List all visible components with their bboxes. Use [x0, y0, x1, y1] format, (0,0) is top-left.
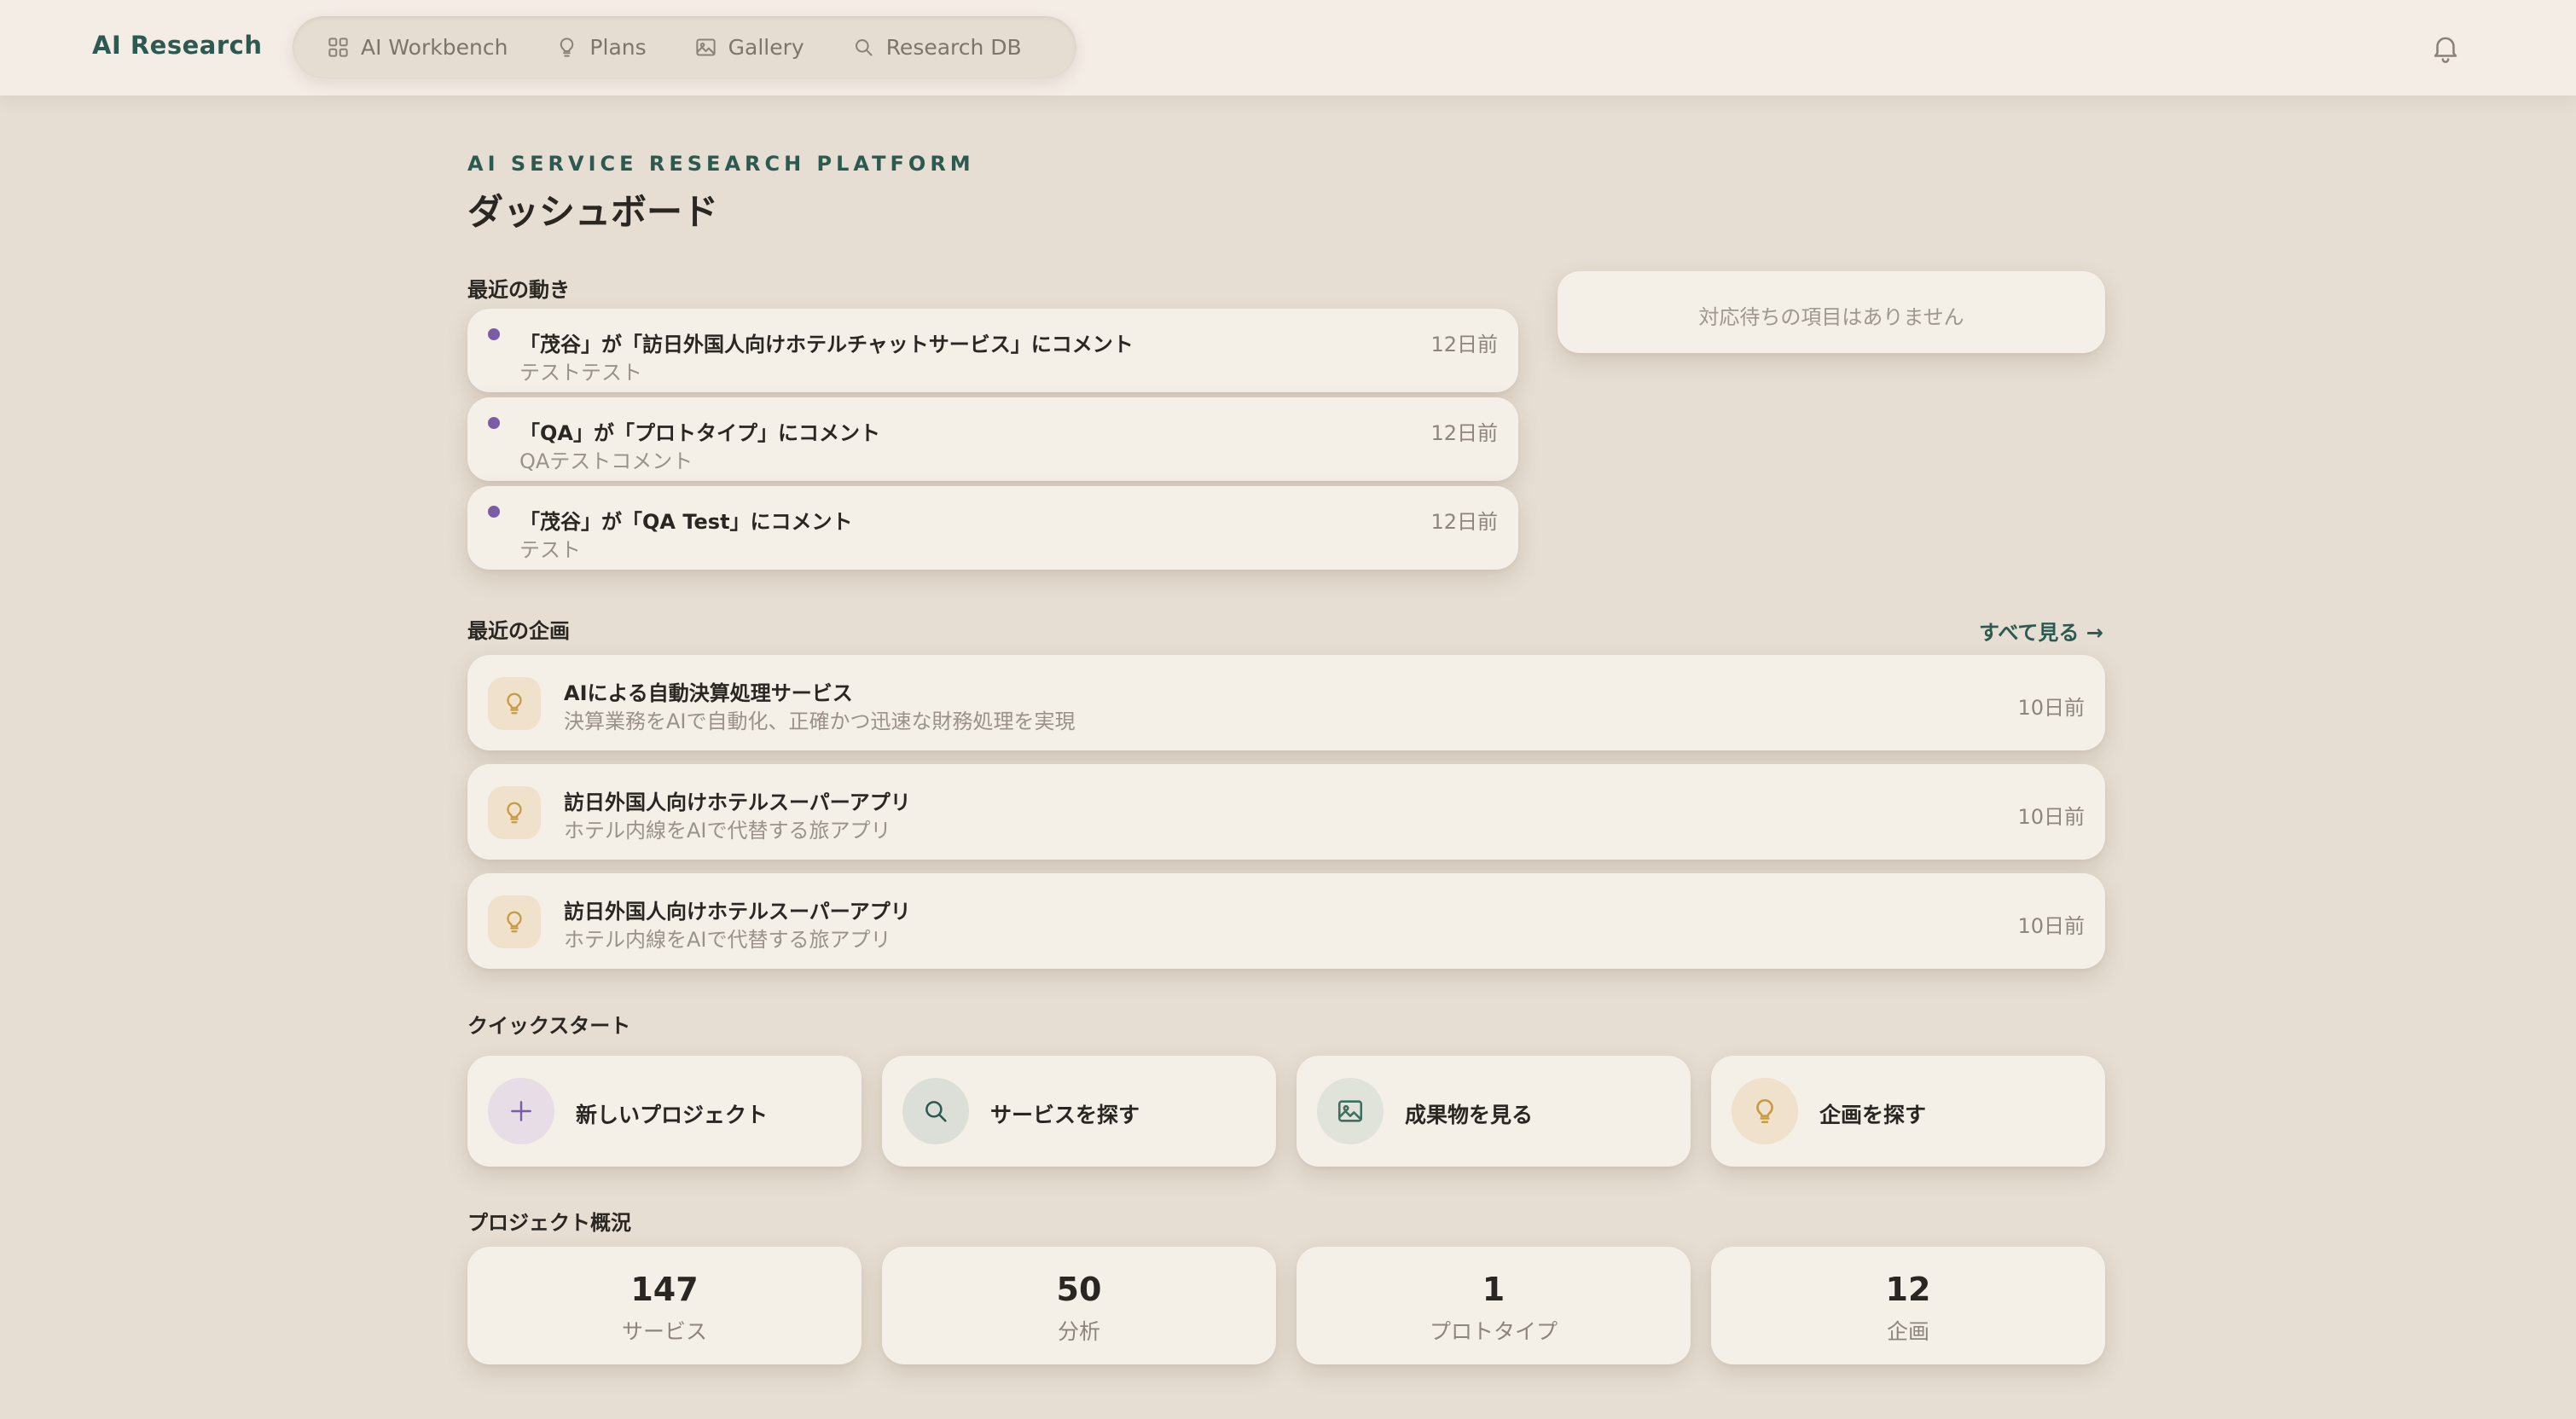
activity-time: 12日前	[1430, 510, 1498, 534]
plan-title: AIによる自動決算処理サービス	[564, 681, 853, 705]
plan-time: 10日前	[2017, 805, 2085, 829]
quickstart-label: 成果物を見る	[1405, 1103, 1534, 1127]
quickstart-find-plans-button[interactable]: 企画を探す	[1711, 1056, 2105, 1167]
lightbulb-icon	[507, 911, 522, 933]
nav-item-gallery[interactable]: Gallery	[694, 16, 804, 78]
plan-subtitle: 決算業務をAIで自動化、正確かつ迅速な財務処理を実現	[564, 710, 1076, 733]
quickstart-find-service-button[interactable]: サービスを探す	[882, 1056, 1276, 1167]
page-title: ダッシュボード	[467, 191, 719, 233]
brand-logo[interactable]: AI Research	[92, 31, 262, 60]
stat-value: 12	[1885, 1271, 1931, 1308]
activity-time: 12日前	[1430, 421, 1498, 445]
stat-value: 50	[1056, 1271, 1102, 1308]
plan-icon-box	[488, 677, 541, 730]
stat-card-plans[interactable]: 12 企画	[1711, 1247, 2105, 1364]
search-icon	[852, 36, 875, 59]
nav-item-label: AI Workbench	[361, 35, 508, 60]
activity-subtitle: テスト	[519, 538, 581, 562]
activity-title: 「QA」が「プロトタイプ」にコメント	[519, 421, 880, 445]
stat-label: 分析	[1057, 1319, 1100, 1344]
pending-empty-text: 対応待ちの項目はありません	[1698, 305, 1964, 329]
pending-panel: 対応待ちの項目はありません	[1558, 271, 2105, 353]
quickstart-label: サービスを探す	[990, 1103, 1140, 1127]
search-icon	[902, 1078, 969, 1144]
main-nav: AI Workbench Plans Gallery Research DB	[293, 16, 1076, 78]
stat-label: サービス	[621, 1319, 707, 1344]
stat-label: プロトタイプ	[1429, 1319, 1558, 1344]
quickstart-label: 新しいプロジェクト	[576, 1103, 769, 1127]
plan-time: 10日前	[2017, 914, 2085, 938]
overview-section-title: プロジェクト概況	[467, 1211, 631, 1235]
activity-subtitle: テストテスト	[519, 361, 642, 385]
top-bar: AI Research AI Workbench Plans Gallery R…	[0, 0, 2576, 96]
plan-item[interactable]: 訪日外国人向けホテルスーパーアプリ ホテル内線をAIで代替する旅アプリ 10日前	[467, 873, 2105, 969]
activity-item[interactable]: 「茂谷」が「QA Test」にコメント テスト 12日前	[467, 486, 1518, 570]
plan-icon-box	[488, 895, 541, 948]
lightbulb-icon	[555, 36, 578, 59]
plan-item[interactable]: AIによる自動決算処理サービス 決算業務をAIで自動化、正確かつ迅速な財務処理を…	[467, 655, 2105, 750]
nav-item-plans[interactable]: Plans	[555, 16, 647, 78]
stat-card-analyses[interactable]: 50 分析	[882, 1247, 1276, 1364]
quickstart-new-project-button[interactable]: 新しいプロジェクト	[467, 1056, 862, 1167]
plan-item[interactable]: 訪日外国人向けホテルスーパーアプリ ホテル内線をAIで代替する旅アプリ 10日前	[467, 764, 2105, 860]
activity-item[interactable]: 「QA」が「プロトタイプ」にコメント QAテストコメント 12日前	[467, 397, 1518, 481]
stat-value: 147	[630, 1271, 699, 1308]
image-icon	[694, 36, 717, 59]
notification-bell-icon[interactable]	[2429, 31, 2462, 65]
image-icon	[1317, 1078, 1384, 1144]
plan-icon-box	[488, 786, 541, 839]
lightbulb-icon	[507, 692, 522, 715]
plan-title: 訪日外国人向けホテルスーパーアプリ	[564, 900, 911, 924]
nav-item-label: Plans	[589, 35, 647, 60]
quickstart-view-outputs-button[interactable]: 成果物を見る	[1297, 1056, 1691, 1167]
activity-subtitle: QAテストコメント	[519, 449, 693, 473]
unread-dot	[488, 417, 500, 429]
quickstart-section-title: クイックスタート	[467, 1014, 631, 1038]
plans-section-title: 最近の企画	[467, 619, 570, 643]
stat-value: 1	[1482, 1271, 1506, 1308]
lightbulb-icon	[1732, 1078, 1798, 1144]
activity-time: 12日前	[1430, 333, 1498, 356]
lightbulb-icon	[507, 802, 522, 824]
plus-icon	[488, 1078, 554, 1144]
grid-icon	[327, 36, 350, 59]
unread-dot	[488, 506, 500, 518]
stat-card-prototypes[interactable]: 1 プロトタイプ	[1297, 1247, 1691, 1364]
nav-item-ai-workbench[interactable]: AI Workbench	[327, 16, 508, 78]
plan-subtitle: ホテル内線をAIで代替する旅アプリ	[564, 928, 891, 952]
plan-title: 訪日外国人向けホテルスーパーアプリ	[564, 791, 911, 814]
activity-title: 「茂谷」が「QA Test」にコメント	[519, 510, 853, 534]
page-eyebrow: AI SERVICE RESEARCH PLATFORM	[467, 152, 975, 176]
plan-time: 10日前	[2017, 696, 2085, 720]
activity-item[interactable]: 「茂谷」が「訪日外国人向けホテルチャットサービス」にコメント テストテスト 12…	[467, 309, 1518, 392]
plan-subtitle: ホテル内線をAIで代替する旅アプリ	[564, 819, 891, 843]
nav-item-research-db[interactable]: Research DB	[852, 16, 1022, 78]
see-all-link[interactable]: すべて見る →	[1979, 616, 2103, 646]
nav-item-label: Gallery	[728, 35, 804, 60]
unread-dot	[488, 328, 500, 340]
activity-title: 「茂谷」が「訪日外国人向けホテルチャットサービス」にコメント	[519, 333, 1134, 356]
stat-card-services[interactable]: 147 サービス	[467, 1247, 862, 1364]
nav-item-label: Research DB	[885, 35, 1022, 60]
activity-section-title: 最近の動き	[467, 278, 570, 302]
stat-label: 企画	[1886, 1319, 1929, 1344]
quickstart-label: 企画を探す	[1819, 1103, 1927, 1127]
